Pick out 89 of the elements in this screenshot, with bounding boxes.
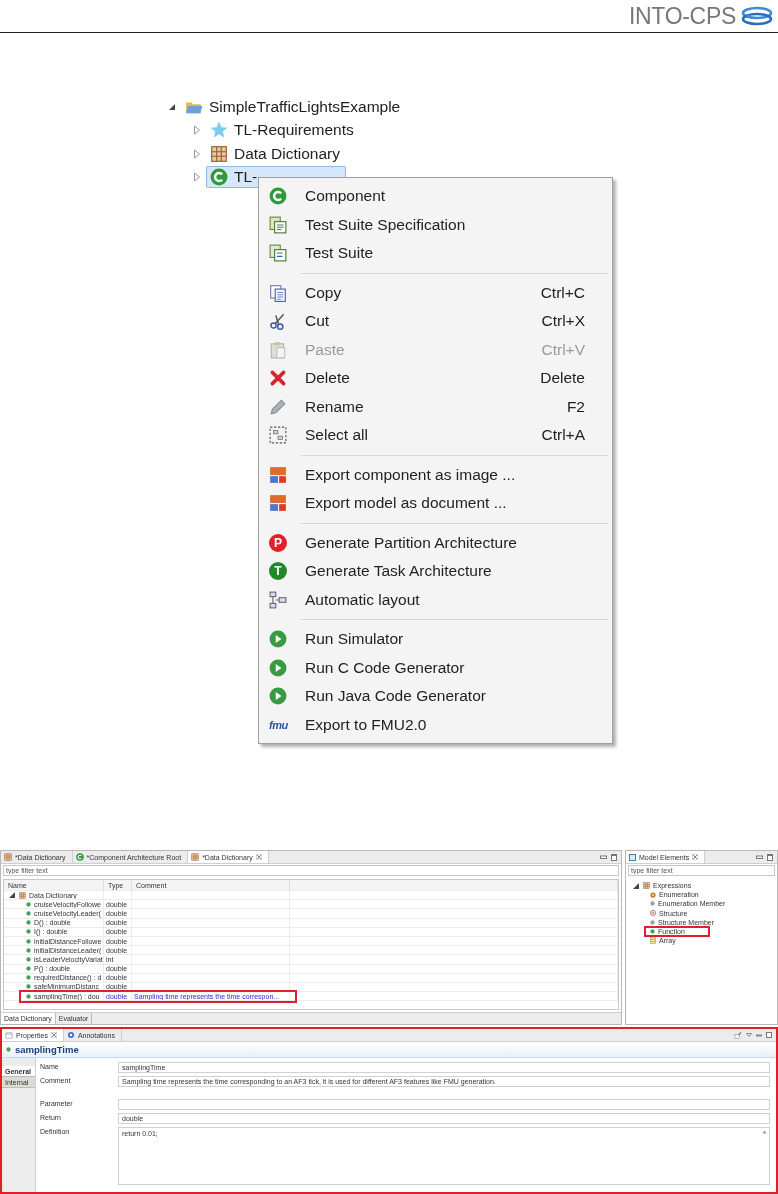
menu-item[interactable]: Test Suite: [261, 239, 610, 268]
star-icon: [210, 121, 228, 140]
collapse-icon[interactable]: [632, 881, 640, 890]
fmu-icon: fmu: [269, 718, 288, 731]
properties-icon: [5, 1031, 13, 1039]
structure-icon: [650, 910, 656, 917]
menu-item[interactable]: Run Java Code Generator: [261, 682, 610, 711]
member-icon: [650, 919, 655, 925]
menu-item[interactable]: Test Suite Specification: [261, 210, 610, 239]
enumeration-icon: [650, 891, 656, 898]
test-suite-icon: [269, 244, 287, 263]
dot-icon: [26, 956, 31, 962]
menu-item[interactable]: Delete Delete: [261, 364, 610, 393]
dot-icon: [26, 920, 31, 926]
dot-icon: [26, 975, 31, 981]
member-icon: [650, 901, 655, 907]
close-icon: [255, 854, 262, 860]
dot-icon: [26, 901, 31, 907]
menu-item[interactable]: Rename F2: [261, 392, 610, 421]
copy-icon: [269, 283, 287, 302]
expand-icon[interactable]: [193, 172, 201, 183]
minimize-icon: [756, 1033, 762, 1037]
dot-icon: [26, 984, 31, 990]
letter-badge-icon: T: [269, 562, 287, 581]
scissors-icon: [269, 312, 287, 331]
export-icon: [269, 494, 287, 513]
collapse-icon[interactable]: [8, 891, 16, 900]
play-icon: [269, 687, 287, 706]
close-icon: [692, 854, 699, 860]
component-icon: [210, 168, 228, 187]
grid-icon: [191, 853, 200, 861]
play-icon: [269, 658, 287, 677]
dot-icon: [26, 993, 31, 999]
maximize-icon: [766, 1032, 772, 1038]
menu-item[interactable]: T Generate Task Architecture: [261, 557, 610, 586]
gear-icon: [66, 1031, 75, 1039]
menu-item[interactable]: fmu Export to FMU2.0: [261, 710, 610, 739]
logo-text: INTO-CPS: [628, 2, 736, 30]
tree-item[interactable]: SimpleTrafficLightsExample: [209, 97, 401, 116]
dot-icon: [26, 947, 31, 953]
tree-item[interactable]: Data Dictionary: [206, 142, 344, 165]
menu-item[interactable]: Run C Code Generator: [261, 653, 610, 682]
text-field[interactable]: [118, 1099, 770, 1110]
select-all-icon: [269, 426, 287, 445]
expand-icon[interactable]: [193, 125, 201, 136]
menu-item[interactable]: Run Simulator: [261, 625, 610, 654]
layout-icon: [269, 590, 287, 609]
scroll-up-icon[interactable]: [762, 1130, 767, 1134]
dot-icon: [6, 1047, 11, 1052]
element-title: samplingTime: [15, 1044, 79, 1055]
dot-icon: [26, 966, 31, 972]
close-icon: [50, 1032, 57, 1038]
menu-item[interactable]: Copy Ctrl+C: [261, 278, 610, 307]
logo-icon: [740, 5, 774, 27]
expand-icon[interactable]: [193, 148, 201, 159]
menu-item[interactable]: Automatic layout: [261, 585, 610, 614]
minimize-icon: [756, 854, 763, 860]
menu-item[interactable]: Export model as document ...: [261, 489, 610, 518]
tree-item[interactable]: TL-Requirements: [206, 119, 358, 142]
dot-icon: [26, 929, 31, 935]
component-icon: [75, 853, 84, 861]
maximize-icon: [767, 853, 773, 861]
component-icon: [269, 187, 287, 206]
letter-badge-icon: P: [269, 533, 287, 552]
dot-icon: [26, 938, 31, 944]
dot-icon: [26, 910, 31, 916]
maximize-icon: [611, 853, 617, 861]
array-icon: [650, 937, 656, 945]
grid-icon: [643, 882, 650, 890]
collapse-icon[interactable]: [168, 102, 176, 111]
function-icon: [650, 929, 655, 935]
grid-icon: [19, 891, 26, 899]
play-icon: [269, 630, 287, 649]
menu-item[interactable]: Cut Ctrl+X: [261, 307, 610, 336]
menu-item[interactable]: Select all Ctrl+A: [261, 421, 610, 450]
dropdown-icon: [746, 1033, 752, 1037]
menu-item[interactable]: P Generate Partition Architecture: [261, 528, 610, 557]
menu-item[interactable]: Component: [261, 182, 610, 211]
minimize-icon: [600, 854, 607, 860]
panel-icon: [629, 853, 636, 861]
grid-icon: [4, 853, 12, 861]
grid-icon: [210, 144, 228, 163]
clipboard-icon: [269, 340, 287, 359]
menu-item[interactable]: Export component as image ...: [261, 460, 610, 489]
test-spec-icon: [269, 215, 287, 234]
export-icon: [269, 465, 287, 484]
pin-icon: [734, 1031, 742, 1039]
delete-icon: [269, 369, 287, 388]
pencil-icon: [269, 397, 287, 416]
